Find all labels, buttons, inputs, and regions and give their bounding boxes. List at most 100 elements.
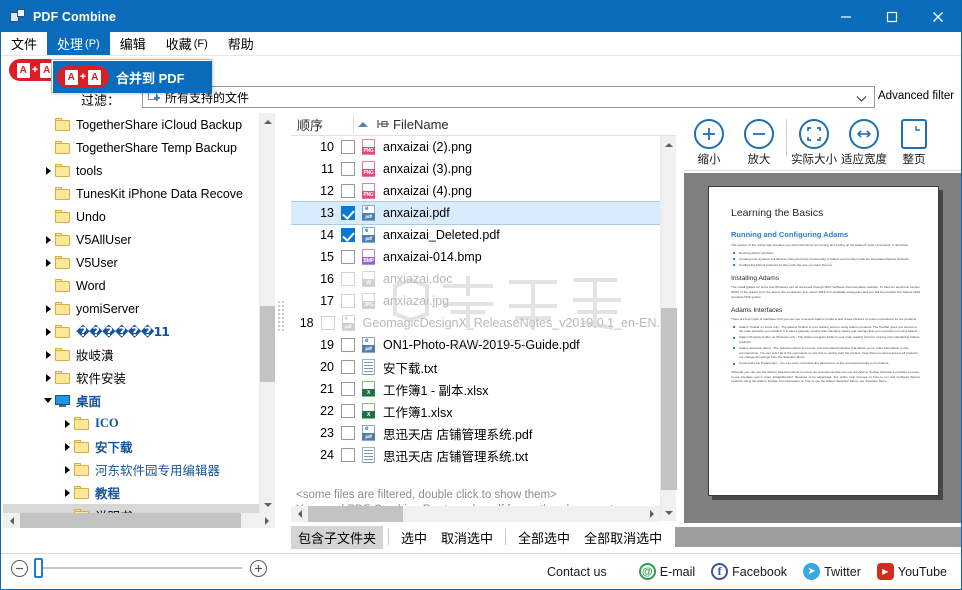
file-row-checkbox[interactable] (341, 338, 355, 352)
expand-arrow-icon[interactable] (60, 481, 74, 504)
pdf-page-preview[interactable]: Learning the Basics Running and Configur… (708, 186, 939, 496)
menu-file[interactable]: 文件 (1, 32, 47, 55)
file-row-checkbox[interactable] (341, 162, 355, 176)
sort-ascending-icon[interactable] (353, 121, 373, 127)
scroll-left-arrow[interactable] (3, 513, 20, 528)
file-row-checkbox[interactable] (341, 404, 355, 418)
menu-item-merge-to-pdf[interactable]: A + A 合并到 PDF (53, 61, 212, 93)
tree-item[interactable]: 河东软件园专用编辑器 (3, 458, 259, 481)
expand-arrow-icon[interactable] (41, 320, 55, 343)
tree-item[interactable]: 妝岐潰 (3, 343, 259, 366)
advanced-filter-link[interactable]: Advanced filter (878, 90, 954, 102)
tree-item[interactable]: V5AllUser (3, 228, 259, 251)
file-list-row[interactable]: 12 PNG anxaizai (4).png (291, 180, 660, 202)
file-list-row[interactable]: 10 PNG anxaizai (2).png (291, 136, 660, 158)
tree-item[interactable]: TunesKit iPhone Data Recove (3, 182, 259, 205)
tree-item[interactable]: TogetherShare iCloud Backup (3, 113, 259, 136)
tree-item[interactable]: 安下载 (3, 435, 259, 458)
scroll-left-arrow[interactable] (291, 506, 308, 522)
expand-arrow-icon[interactable] (60, 435, 74, 458)
minimize-button[interactable] (823, 1, 869, 32)
file-list-row[interactable]: 16 Wanxiazai.doc (291, 268, 660, 290)
tree-item[interactable]: Undo (3, 205, 259, 228)
scroll-down-arrow[interactable] (661, 504, 677, 521)
menu-process[interactable]: 处理 (P) (47, 32, 110, 55)
scrollbar-thumb[interactable] (20, 513, 241, 528)
expand-arrow-icon[interactable] (60, 458, 74, 481)
scroll-up-arrow[interactable] (661, 136, 677, 153)
filter-combobox[interactable]: 所有支持的文件 (142, 86, 875, 108)
file-list-button[interactable]: 取消选中 (434, 526, 500, 549)
file-row-checkbox[interactable] (341, 360, 355, 374)
file-list-row[interactable]: 18 e pdf GeomagicDesignX_ReleaseNotes_v2019… (291, 312, 660, 334)
scrollbar-thumb[interactable] (308, 506, 403, 522)
fit-page-button[interactable]: 整页 (889, 119, 939, 167)
expand-arrow-icon[interactable] (41, 159, 55, 182)
column-header-order[interactable]: 顺序 (291, 115, 353, 134)
facebook-link[interactable]: f Facebook (711, 563, 787, 580)
file-list-row[interactable]: 14 e pdf anxaizai_Deleted.pdf (291, 224, 660, 246)
zoom-in-button[interactable]: 放大 (734, 119, 784, 167)
tree-item[interactable]: ICO (3, 412, 259, 435)
column-header-filename[interactable]: FileName (393, 117, 449, 132)
file-list-row[interactable]: 17 JPG anxiazai.jpg (291, 290, 660, 312)
preview-canvas[interactable]: Learning the Basics Running and Configur… (684, 173, 961, 523)
collapse-arrow-icon[interactable] (60, 504, 74, 513)
folder-tree[interactable]: TogetherShare iCloud Backup TogetherShare… (3, 113, 259, 513)
scroll-up-arrow[interactable] (260, 113, 275, 130)
file-list-row[interactable]: 23 e pdf 思迅天店 店铺管理系统.pdf (291, 422, 660, 444)
expand-arrow-icon[interactable] (41, 228, 55, 251)
maximize-button[interactable] (869, 1, 915, 32)
tree-vertical-scrollbar[interactable] (259, 113, 275, 513)
tree-item[interactable]: Word (3, 274, 259, 297)
file-list-rows[interactable]: 10 PNG anxaizai (2).png 11 PNG anxaizai (3).p… (291, 136, 660, 488)
tree-item[interactable]: 软件安装 (3, 366, 259, 389)
scroll-right-arrow[interactable] (643, 506, 660, 522)
contact-us-label[interactable]: Contact us (547, 565, 607, 579)
file-row-checkbox[interactable] (341, 426, 355, 440)
tree-item[interactable]: V5User (3, 251, 259, 274)
file-list-button[interactable]: 全部选中 (511, 526, 577, 549)
tree-item[interactable]: 说明书 (3, 504, 259, 513)
file-list-button[interactable]: 全部取消选中 (577, 526, 669, 549)
tree-item[interactable]: ������11 (3, 320, 259, 343)
actual-size-button[interactable]: 实际大小 (789, 119, 839, 167)
file-list-row[interactable]: 19 e pdf ON1-Photo-RAW-2019-5-Guide.pdf (291, 334, 660, 356)
menu-favorites[interactable]: 收藏 (F) (156, 32, 218, 55)
file-list-button[interactable]: 选中 (394, 526, 434, 549)
file-list-button[interactable]: 包含子文件夹 (291, 525, 384, 549)
close-button[interactable] (915, 1, 961, 32)
tree-item[interactable]: yomiServer (3, 297, 259, 320)
file-list-row[interactable]: 24 思迅天店 店铺管理系统.txt (291, 444, 660, 466)
zoom-out-button[interactable]: 缩小 (684, 119, 734, 167)
twitter-link[interactable]: ➤ Twitter (803, 563, 861, 580)
expand-arrow-icon[interactable] (60, 412, 74, 435)
expand-arrow-icon[interactable] (41, 366, 55, 389)
file-list-row[interactable]: 15 BMP anxaizai-014.bmp (291, 246, 660, 268)
expand-arrow-icon[interactable] (41, 251, 55, 274)
scroll-right-arrow[interactable] (258, 513, 275, 528)
file-row-checkbox[interactable] (341, 206, 355, 220)
expand-arrow-icon[interactable] (41, 343, 55, 366)
tree-item[interactable]: 桌面 (3, 389, 259, 412)
file-row-checkbox[interactable] (341, 250, 355, 264)
tree-item[interactable]: 教程 (3, 481, 259, 504)
pin-column-icon[interactable] (373, 119, 393, 129)
file-list-row[interactable]: 21 X 工作簿1 - 副本.xlsx (291, 378, 660, 400)
youtube-link[interactable]: ▶ YouTube (876, 563, 947, 580)
file-row-checkbox[interactable] (341, 184, 355, 198)
collapse-arrow-icon[interactable] (41, 389, 55, 412)
email-link[interactable]: @ E-mail (638, 563, 695, 580)
file-row-checkbox[interactable] (341, 294, 355, 308)
file-row-checkbox[interactable] (341, 448, 355, 462)
file-row-checkbox[interactable] (341, 272, 355, 286)
file-list-row[interactable]: 20 安下载.txt (291, 356, 660, 378)
file-list-row[interactable]: 13 e pdf anxaizai.pdf (291, 201, 660, 225)
file-row-checkbox[interactable] (320, 316, 335, 330)
filtered-files-note[interactable]: <some files are filtered, double click t… (296, 488, 660, 503)
tree-item[interactable]: TogetherShare Temp Backup (3, 136, 259, 159)
scrollbar-thumb[interactable] (661, 308, 677, 490)
file-list-row[interactable]: 22 X 工作簿1.xlsx (291, 400, 660, 422)
file-list-vertical-scrollbar[interactable] (660, 136, 677, 521)
expand-arrow-icon[interactable] (41, 297, 55, 320)
